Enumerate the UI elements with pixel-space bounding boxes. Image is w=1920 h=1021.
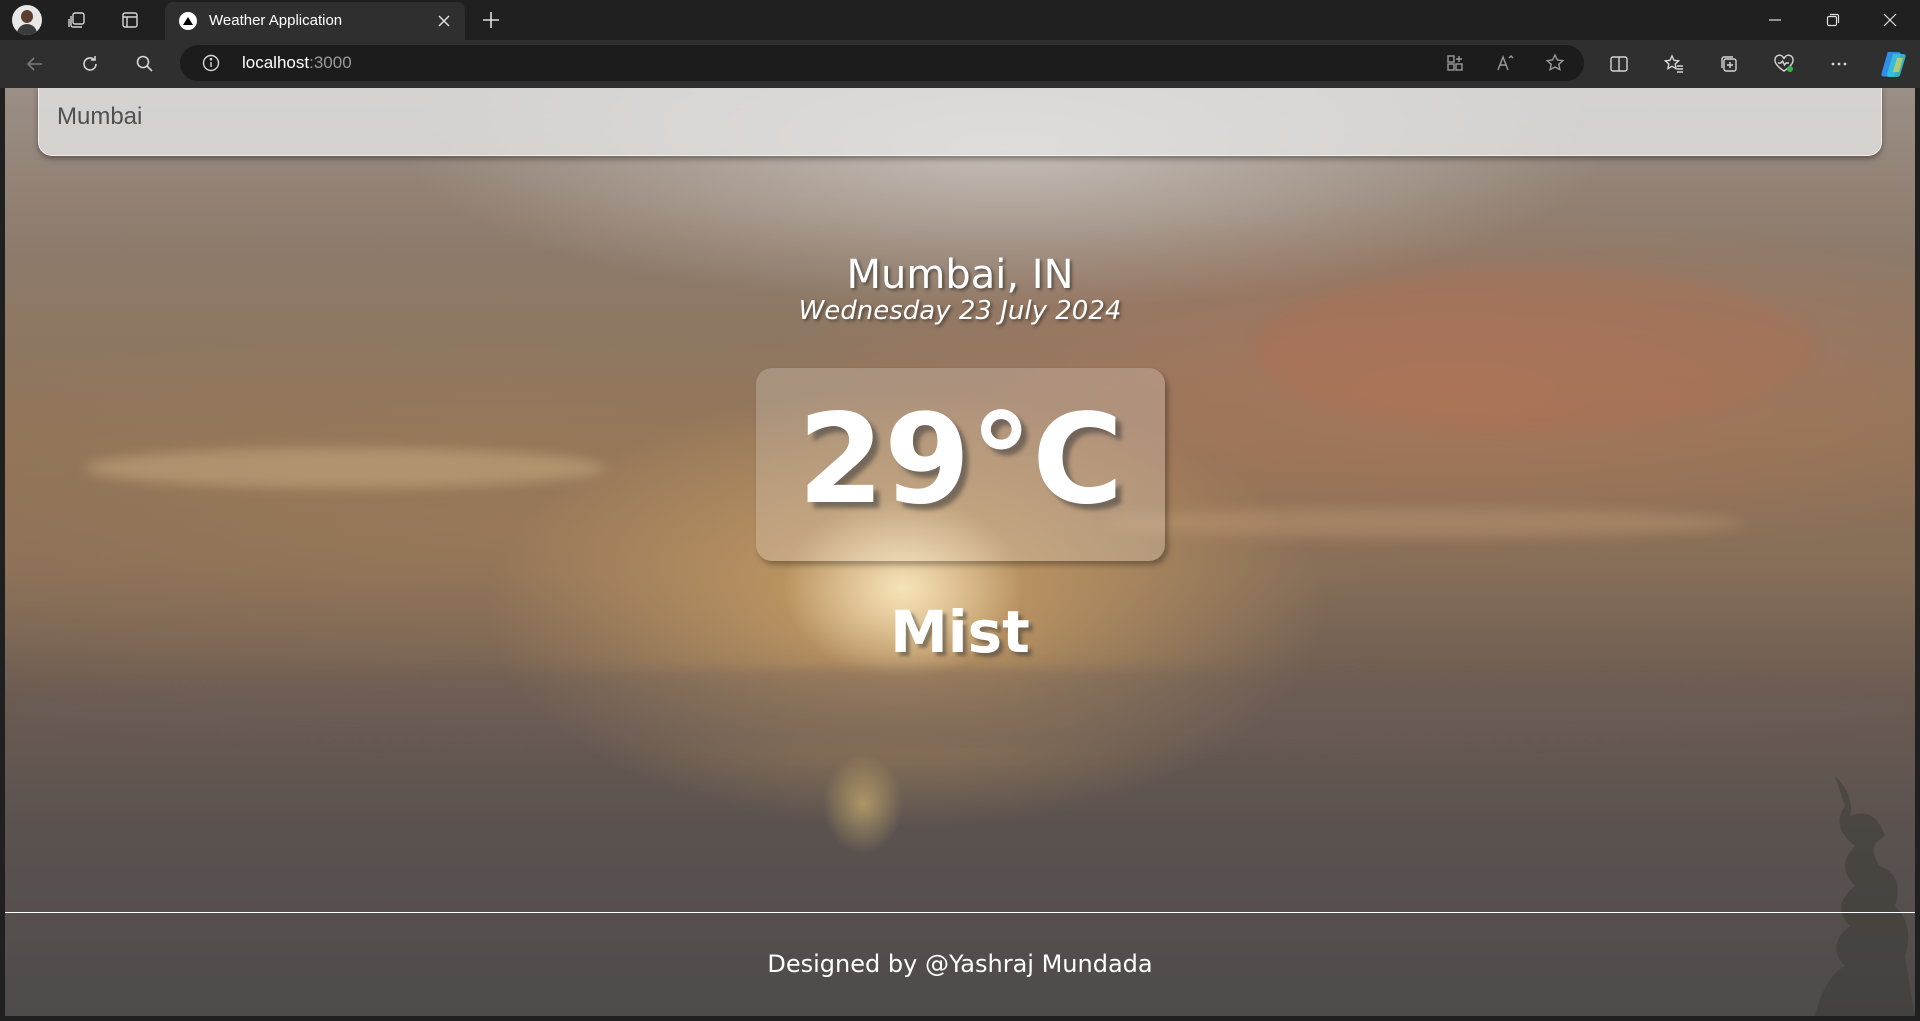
search-icon[interactable]	[132, 52, 158, 76]
weather-condition: Mist	[890, 598, 1030, 666]
site-favicon-icon	[179, 12, 197, 30]
workspaces-icon[interactable]	[64, 8, 90, 32]
tab-weather-application[interactable]: Weather Application	[165, 2, 465, 40]
minimize-icon[interactable]	[1762, 8, 1788, 32]
copilot-icon[interactable]	[1878, 49, 1910, 79]
restore-icon[interactable]	[1820, 8, 1846, 32]
cloud-band	[1105, 508, 1745, 538]
tree-silhouette	[1815, 776, 1915, 1016]
profile-avatar[interactable]	[12, 5, 42, 35]
footer-credit: Designed by @Yashraj Mundada	[767, 950, 1153, 978]
temperature-value: 29°C	[797, 388, 1124, 532]
haze-band	[5, 668, 1915, 748]
window-close-icon[interactable]	[1877, 8, 1903, 32]
more-icon[interactable]	[1826, 52, 1852, 76]
tab-title: Weather Application	[209, 12, 343, 29]
current-date: Wednesday 23 July 2024	[798, 296, 1122, 326]
collections-icon[interactable]	[1716, 52, 1742, 76]
favorite-star-icon[interactable]	[1542, 51, 1568, 75]
refresh-icon[interactable]	[77, 52, 103, 76]
tab-actions-icon[interactable]	[117, 8, 143, 32]
address-bar[interactable]: localhost:3000	[180, 45, 1584, 81]
location-name: Mumbai, IN	[846, 252, 1074, 298]
footer-divider	[5, 912, 1915, 913]
new-tab-icon[interactable]	[478, 8, 504, 32]
temperature-card: 29°C	[756, 368, 1165, 561]
read-aloud-icon[interactable]	[1492, 51, 1518, 75]
city-search-input[interactable]: Mumbai	[38, 88, 1882, 156]
cloud-band	[85, 448, 605, 488]
browser-essentials-icon[interactable]	[1771, 52, 1797, 76]
favorites-icon[interactable]	[1661, 52, 1687, 76]
split-screen-icon[interactable]	[1606, 52, 1632, 76]
site-info-icon[interactable]	[202, 54, 220, 72]
page-viewport: Mumbai Mumbai, IN Wednesday 23 July 2024…	[5, 88, 1915, 1016]
url-text[interactable]: localhost:3000	[242, 53, 352, 73]
back-icon[interactable]	[22, 52, 48, 76]
app-available-icon[interactable]	[1442, 51, 1468, 75]
browser-tab-strip: Weather Application	[0, 0, 1920, 40]
browser-toolbar: localhost:3000	[0, 40, 1920, 88]
close-icon[interactable]	[433, 10, 455, 32]
